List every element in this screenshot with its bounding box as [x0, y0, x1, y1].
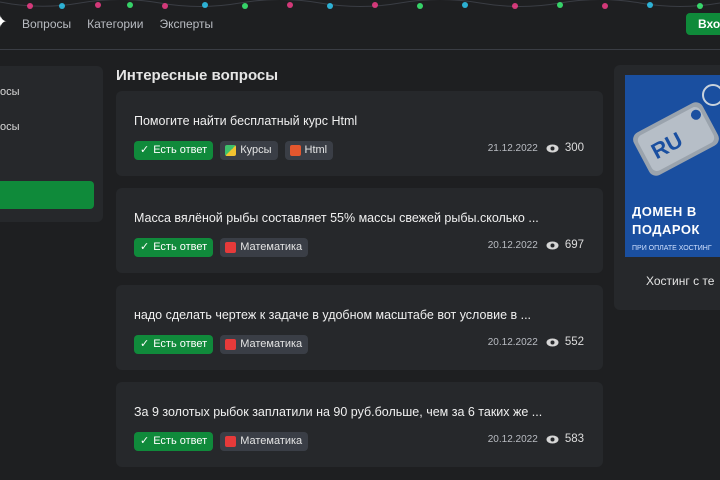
view-count: 583 [564, 433, 584, 445]
eye-icon [546, 435, 559, 443]
left-sidebar: осы осы [0, 66, 103, 222]
question-date: 20.12.2022 [487, 336, 538, 348]
view-count: 300 [564, 142, 584, 154]
answered-label: Есть ответ [153, 241, 208, 253]
math-icon [225, 339, 237, 350]
eye-icon [546, 241, 559, 249]
answered-badge: ✓ Есть ответ [134, 238, 214, 257]
ad-widget[interactable]: RU ДОМЕН В ПОДАРОК ПРИ ОПЛАТЕ ХОСТИНГ Хо… [614, 65, 720, 310]
category-label: Математика [240, 435, 303, 447]
nav-questions[interactable]: Вопросы [22, 17, 71, 31]
domain-tag-illustration: RU [633, 84, 720, 176]
question-tags: ✓ Есть ответ Курсы Html [134, 141, 334, 160]
question-card[interactable]: Помогите найти бесплатный курс Html ✓ Ес… [116, 91, 603, 176]
eye-icon [546, 338, 559, 346]
category-tag[interactable]: Математика [220, 238, 309, 257]
courses-icon [225, 145, 237, 156]
category-label: Курсы [240, 144, 272, 156]
check-icon: ✓ [140, 338, 150, 350]
question-card[interactable]: надо сделать чертеж к задаче в удобном м… [116, 285, 603, 370]
check-icon: ✓ [140, 435, 150, 447]
question-title[interactable]: Помогите найти бесплатный курс Html [134, 114, 357, 128]
category-tag[interactable]: Математика [220, 335, 309, 354]
question-card[interactable]: Масса вялёной рыбы составляет 55% массы … [116, 188, 603, 273]
category-label: Математика [240, 338, 303, 350]
question-meta: 20.12.2022 552 [488, 336, 584, 348]
answered-badge: ✓ Есть ответ [134, 432, 214, 451]
check-icon: ✓ [140, 241, 150, 253]
ad-caption[interactable]: Хостинг с те [646, 274, 714, 288]
question-tags: ✓ Есть ответ Математика [134, 335, 309, 354]
question-card[interactable]: За 9 золотых рыбок заплатили на 90 руб.б… [116, 382, 603, 467]
sidebar-item-2[interactable]: осы [0, 121, 20, 133]
answered-label: Есть ответ [153, 435, 208, 447]
ad-banner[interactable]: RU ДОМЕН В ПОДАРОК ПРИ ОПЛАТЕ ХОСТИНГ [625, 75, 720, 257]
section-title: Интересные вопросы [116, 67, 279, 84]
nav-experts[interactable]: Эксперты [159, 17, 213, 31]
question-title[interactable]: надо сделать чертеж к задаче в удобном м… [134, 308, 531, 322]
category-label: Математика [240, 241, 303, 253]
check-icon: ✓ [140, 144, 150, 156]
nav-categories[interactable]: Категории [87, 17, 143, 31]
eye-icon [546, 144, 559, 152]
answered-label: Есть ответ [153, 144, 208, 156]
view-count: 697 [564, 239, 584, 251]
ad-headline-line-1: ДОМЕН В [632, 204, 697, 219]
question-date: 21.12.2022 [487, 142, 538, 154]
category-label: Html [304, 144, 328, 156]
html-icon [289, 145, 301, 156]
question-meta: 20.12.2022 583 [488, 433, 584, 445]
question-date: 20.12.2022 [487, 433, 538, 445]
question-meta: 20.12.2022 697 [488, 239, 584, 251]
question-tags: ✓ Есть ответ Математика [134, 238, 309, 257]
question-tags: ✓ Есть ответ Математика [134, 432, 309, 451]
math-icon [225, 436, 237, 447]
category-tag[interactable]: Курсы [220, 141, 278, 160]
sidebar-action-button[interactable] [0, 181, 94, 209]
login-button[interactable]: Вход [686, 13, 720, 35]
math-icon [225, 242, 237, 253]
main-nav: Вопросы Категории Эксперты [22, 17, 213, 31]
category-tag[interactable]: Html [284, 141, 334, 160]
ad-subtext: ПРИ ОПЛАТЕ ХОСТИНГ [632, 245, 712, 252]
view-count: 552 [564, 336, 584, 348]
answered-label: Есть ответ [153, 338, 208, 350]
ad-headline-line-2: ПОДАРОК [632, 222, 700, 237]
question-meta: 21.12.2022 300 [488, 142, 584, 154]
question-title[interactable]: Масса вялёной рыбы составляет 55% массы … [134, 211, 539, 225]
answered-badge: ✓ Есть ответ [134, 141, 214, 160]
logo-icon[interactable]: ✦ [0, 14, 12, 32]
category-tag[interactable]: Математика [220, 432, 309, 451]
question-title[interactable]: За 9 золотых рыбок заплатили на 90 руб.б… [134, 405, 542, 419]
sidebar-item-1[interactable]: осы [0, 86, 20, 98]
answered-badge: ✓ Есть ответ [134, 335, 214, 354]
ad-headline: ДОМЕН В ПОДАРОК [632, 203, 700, 239]
question-date: 20.12.2022 [487, 239, 538, 251]
garland-decoration [0, 0, 720, 9]
top-header: ✦ Вопросы Категории Эксперты Вход [0, 0, 720, 50]
